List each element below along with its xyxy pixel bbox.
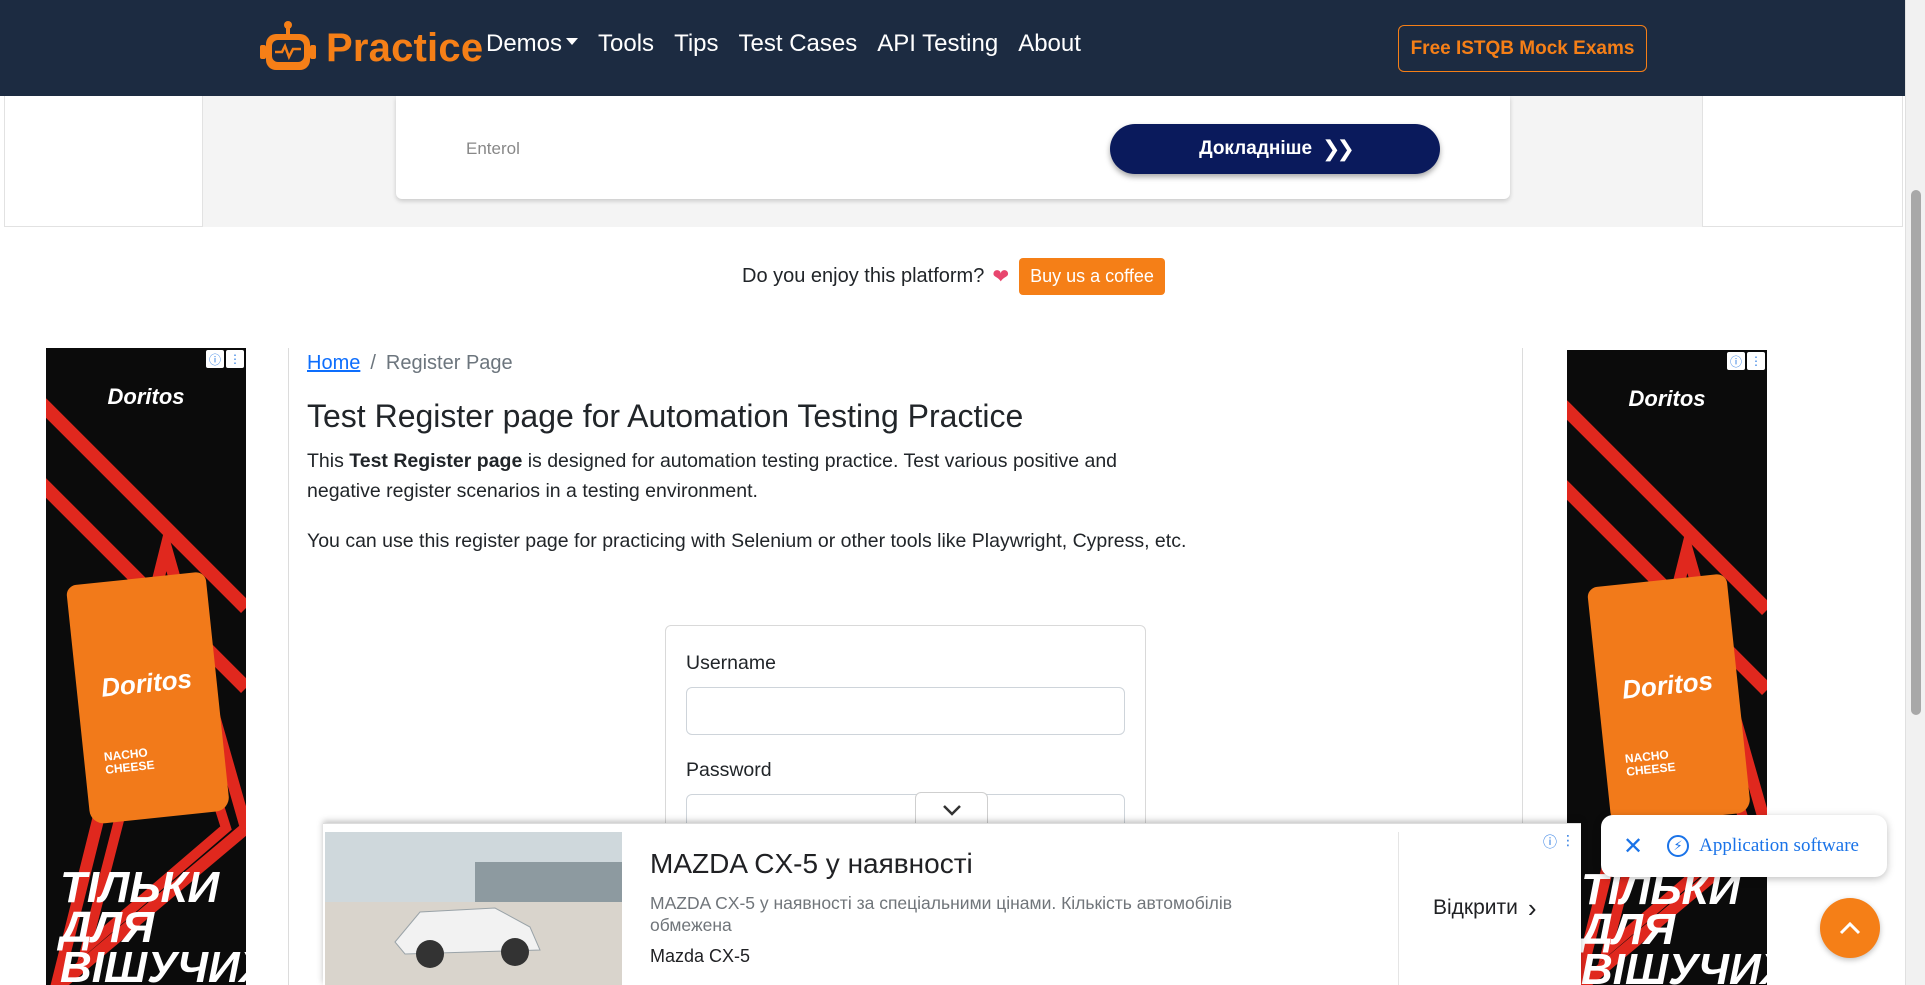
navbar: Practice Demos Tools Tips Test Cases API… — [0, 0, 1905, 96]
breadcrumb: Home / Register Page — [307, 352, 513, 375]
chevron-down-icon — [942, 805, 961, 816]
ad-info[interactable]: ⓘ ⋮ — [1727, 352, 1765, 370]
nav-tools[interactable]: Tools — [598, 30, 654, 58]
ad-tagline-line3: ВІШУЧИХ — [60, 943, 246, 985]
nav-demos[interactable]: Demos — [486, 30, 579, 58]
chevron-up-icon — [1839, 921, 1861, 935]
ad-logo: Doritos — [1628, 386, 1706, 411]
car-image — [325, 832, 622, 985]
bottom-ad-description: MAZDA CX-5 у наявності за спеціальними ц… — [650, 893, 1233, 935]
double-chevron-right-icon: ❯❯ — [1322, 136, 1355, 161]
top-ad-advertiser: Enterol — [466, 139, 520, 158]
car-illustration — [325, 832, 622, 985]
brand-name: Practice — [326, 25, 484, 70]
intro-paragraph: This Test Register page is designed for … — [307, 446, 1187, 506]
page: Practice Demos Tools Tips Test Cases API… — [0, 0, 1925, 985]
username-label: Username — [686, 652, 776, 674]
scroll-to-top-button[interactable] — [1820, 898, 1880, 958]
ad-tagline-line3: ВІШУЧИХ — [1581, 945, 1767, 985]
ad-logo: Doritos — [107, 384, 185, 409]
nav-demos-label: Demos — [486, 30, 563, 57]
bottom-ad-title[interactable]: MAZDA CX-5 у наявності — [650, 848, 973, 880]
top-ad-button-label: Докладніше — [1199, 138, 1313, 159]
chip-bag-flavor: NACHO CHEESE — [103, 745, 155, 776]
bottom-ad-open-button[interactable]: Відкрити › — [1433, 893, 1537, 923]
right-side-ad[interactable]: ⓘ ⋮ Doritos Doritos NACHO CHEESE ТІЛЬКИ ДЛ… — [1567, 350, 1767, 985]
bottom-ad-subtitle: Mazda CX-5 — [650, 946, 751, 966]
bottom-ad-info[interactable]: ⓘ ⋮ — [1543, 832, 1575, 852]
page-title: Test Register page for Automation Testin… — [307, 398, 1024, 434]
brand[interactable]: Practice — [258, 18, 483, 78]
intro-bold-text: Test Register page — [349, 450, 523, 472]
top-ad-card[interactable]: Enterol Докладніше ❯❯ — [396, 96, 1510, 199]
page-scrollbar[interactable] — [1905, 0, 1925, 985]
chip-bag-logo: Doritos — [1620, 665, 1715, 705]
ad-tagline: ТІЛЬКИДЛЯВІШУЧИХ — [1581, 868, 1767, 985]
chip-bag-logo: Doritos — [99, 663, 194, 703]
info-icon[interactable]: ⓘ — [206, 350, 224, 368]
nav-api-testing[interactable]: API Testing — [877, 30, 998, 58]
more-vert-icon[interactable]: ⋮ — [226, 350, 244, 368]
chip-bag-image: Doritos NACHO CHEESE — [1586, 573, 1752, 827]
scrollbar-thumb[interactable] — [1911, 190, 1921, 715]
application-software-pill[interactable]: ✕ ⚡ Application software — [1601, 815, 1887, 877]
chip-bag-flavor: NACHO CHEESE — [1624, 747, 1676, 778]
info-icon[interactable]: ⓘ — [1543, 832, 1557, 852]
breadcrumb-current: Register Page — [385, 352, 513, 374]
chevron-right-icon: › — [1527, 893, 1537, 923]
nav-tips[interactable]: Tips — [674, 30, 718, 58]
heart-icon: ❤ — [992, 266, 1010, 288]
password-label: Password — [686, 759, 772, 781]
username-input[interactable] — [686, 687, 1125, 735]
nav-links: Demos Tools Tips Test Cases API Testing … — [486, 30, 1101, 58]
bottom-ad[interactable]: MAZDA CX-5 у наявності MAZDA CX-5 у наяв… — [323, 823, 1581, 985]
more-vert-icon[interactable]: ⋮ — [1747, 352, 1765, 370]
breadcrumb-home-link[interactable]: Home — [307, 352, 360, 375]
intro-text-start: This — [307, 450, 350, 472]
collapse-ad-button[interactable] — [915, 792, 988, 827]
nav-about[interactable]: About — [1018, 30, 1081, 58]
left-side-ad[interactable]: ⓘ ⋮ Doritos Doritos NACHO CHEESE ТІЛЬКИ ДЛ… — [46, 348, 246, 985]
more-vert-icon[interactable]: ⋮ — [1561, 832, 1575, 852]
robot-logo-icon — [260, 21, 316, 70]
support-text: Do you enjoy this platform? — [742, 265, 985, 287]
bolt-icon: ⚡ — [1667, 835, 1690, 857]
application-software-label[interactable]: Application software — [1699, 835, 1859, 857]
caret-down-icon — [566, 38, 579, 46]
close-icon[interactable]: ✕ — [1623, 832, 1643, 861]
buy-coffee-button[interactable]: Buy us a coffee — [1019, 258, 1165, 295]
tools-paragraph: You can use this register page for pract… — [307, 530, 1187, 552]
support-line: Do you enjoy this platform? ❤ Buy us a c… — [742, 258, 1165, 295]
chip-bag-image: Doritos NACHO CHEESE — [65, 571, 231, 825]
nav-test-cases[interactable]: Test Cases — [739, 30, 858, 58]
breadcrumb-separator: / — [370, 352, 376, 374]
top-ad-button[interactable]: Докладніше ❯❯ — [1110, 124, 1440, 174]
info-icon[interactable]: ⓘ — [1727, 352, 1745, 370]
ad-tagline: ТІЛЬКИДЛЯВІШУЧИХ — [60, 866, 246, 985]
bottom-ad-open-label: Відкрити — [1433, 896, 1518, 919]
istqb-mock-exams-button[interactable]: Free ISTQB Mock Exams — [1398, 25, 1647, 72]
ad-info[interactable]: ⓘ ⋮ — [206, 350, 244, 368]
bottom-ad-divider — [1398, 832, 1399, 985]
